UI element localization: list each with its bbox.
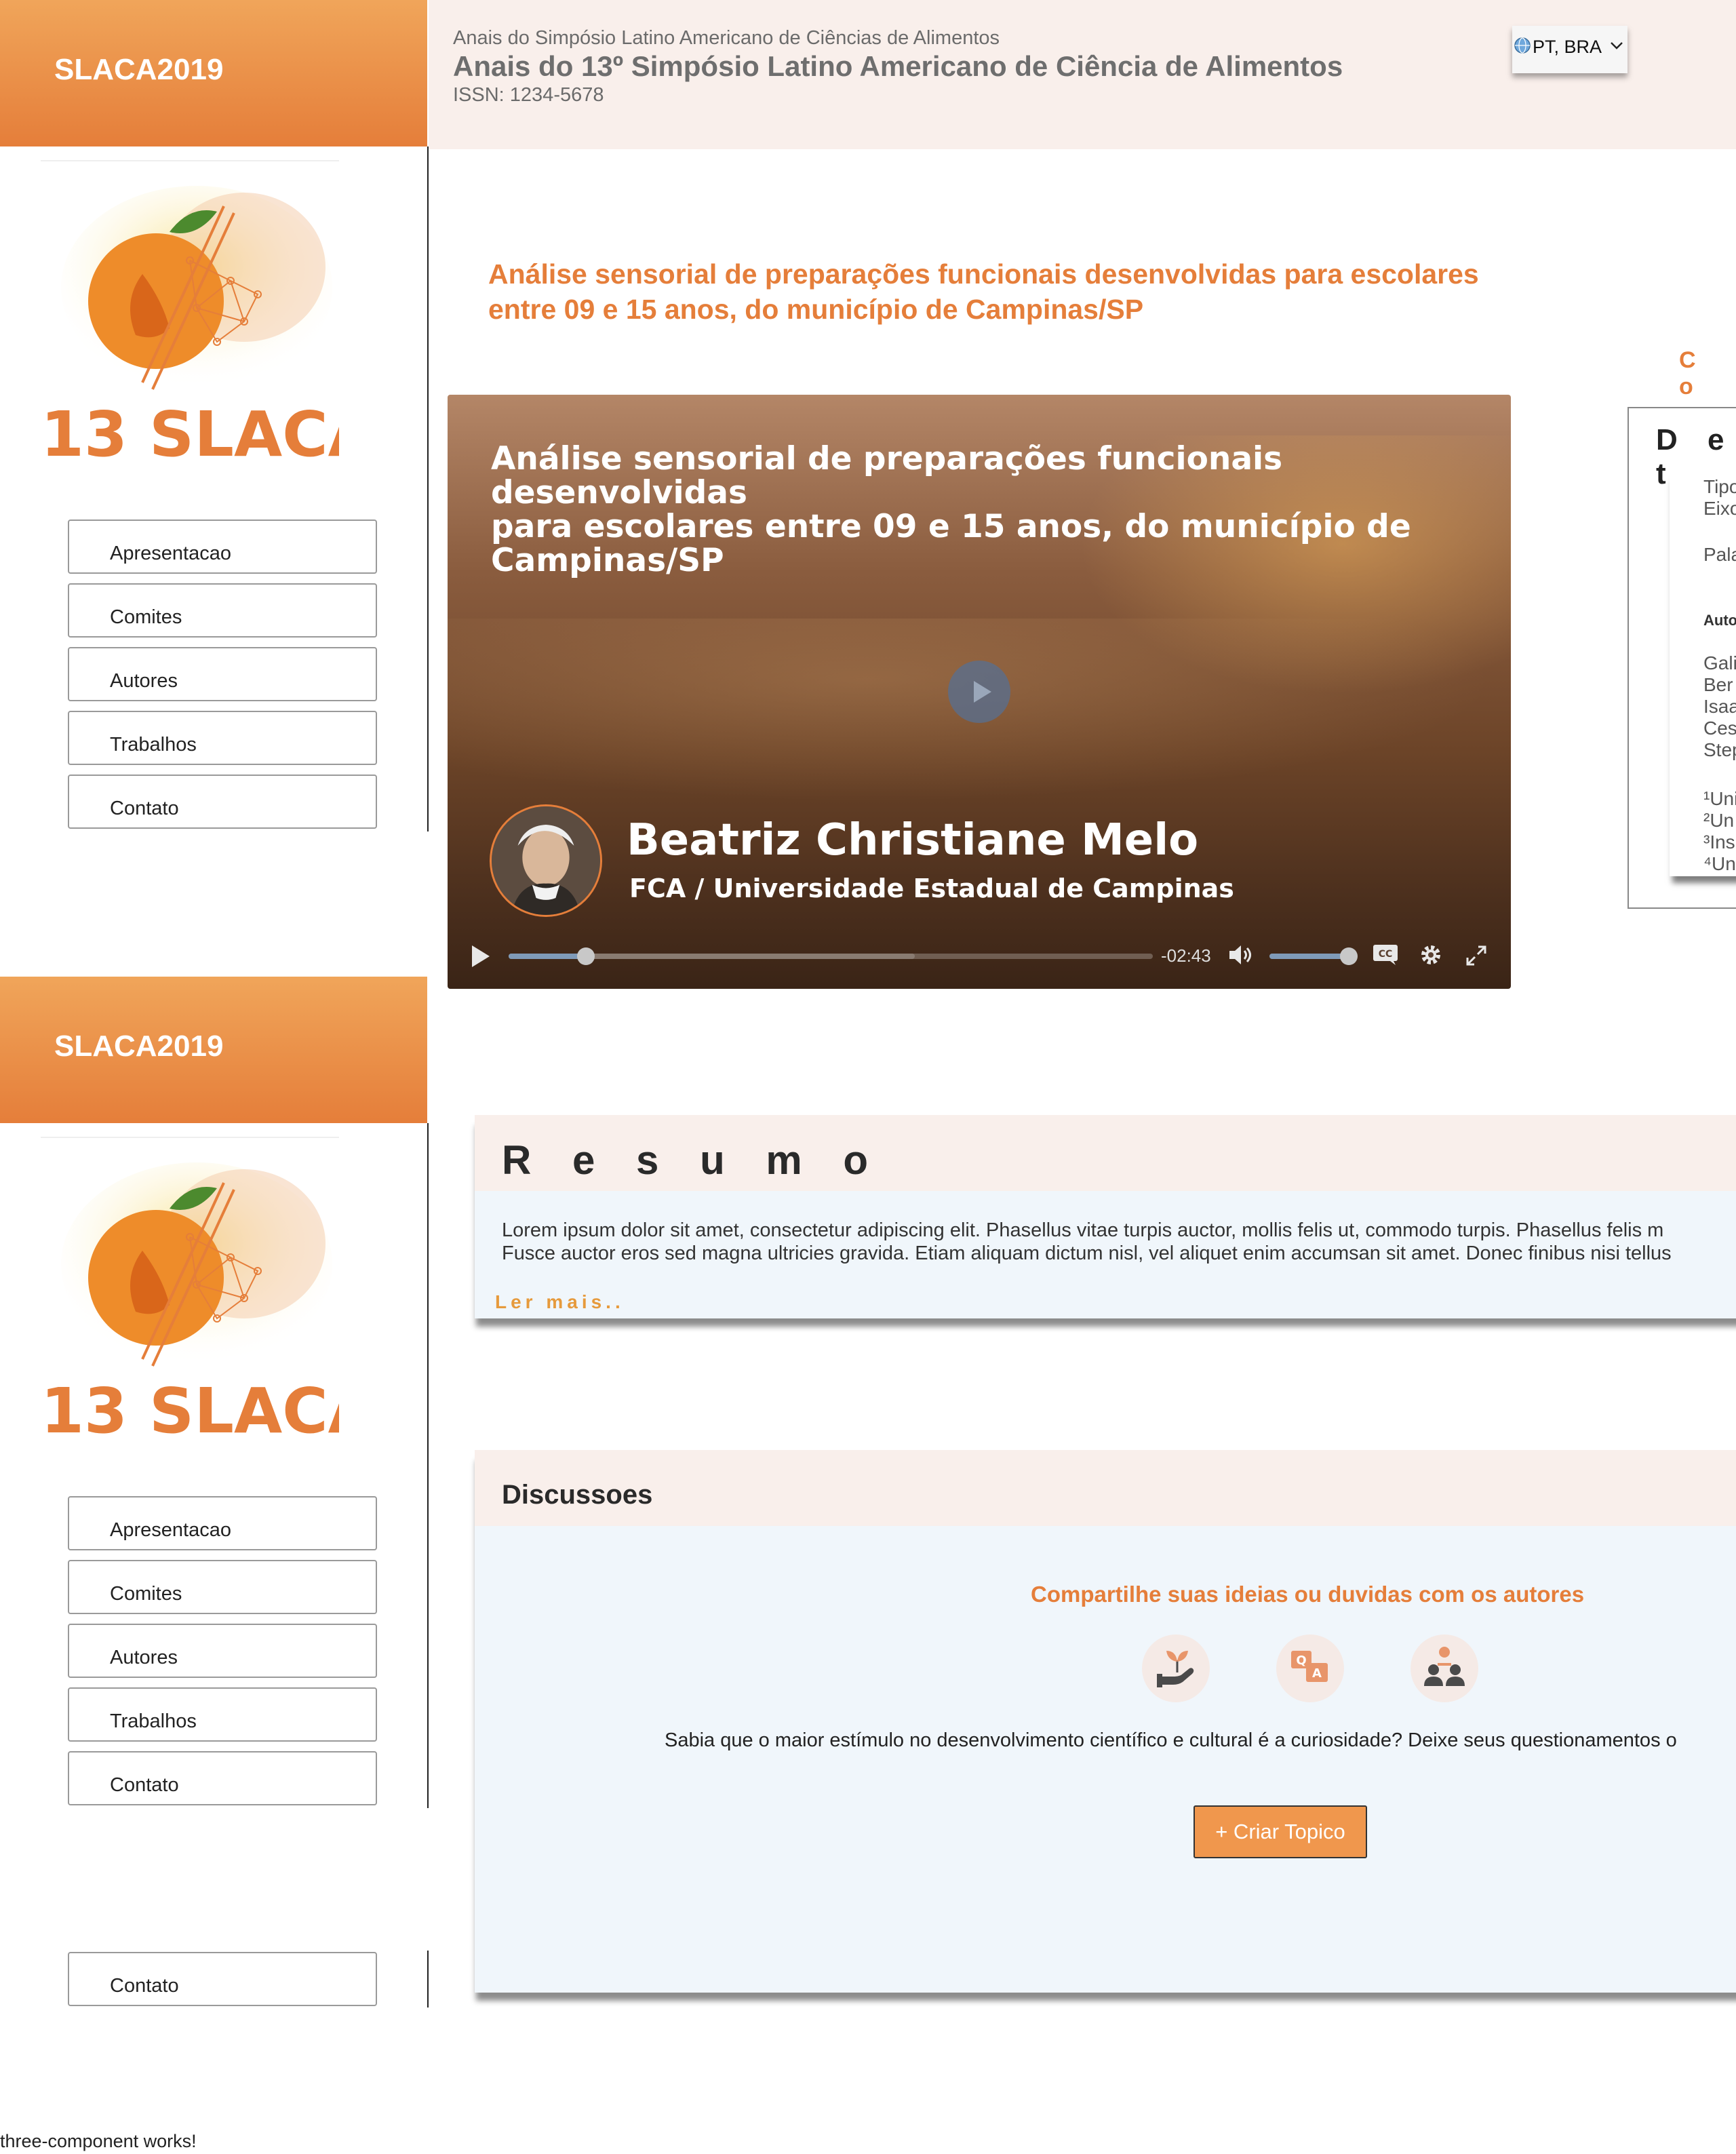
discussions-heading: Discussoes — [502, 1480, 653, 1510]
detail-row: ²Un — [1703, 810, 1735, 831]
fullscreen-icon[interactable] — [1465, 944, 1488, 967]
video-title: Análise sensorial de preparações funcion… — [491, 442, 1467, 578]
nav-comites-2[interactable]: Comites — [68, 1560, 377, 1614]
chevron-down-icon — [1611, 42, 1623, 50]
svg-text:Q: Q — [1296, 1653, 1306, 1668]
nav-contato[interactable]: Contato — [68, 775, 377, 829]
abstract-text-line-1: Lorem ipsum dolor sit amet, consectetur … — [502, 1219, 1664, 1241]
nav-apresentacao[interactable]: Apresentacao — [68, 520, 377, 574]
sidebar-rule-2 — [41, 1137, 339, 1138]
video-title-line-2: para escolares entre 09 e 15 anos, do mu… — [491, 508, 1411, 545]
seek-handle[interactable] — [577, 947, 595, 965]
work-title-line-1: Análise sensorial de preparações funcion… — [488, 258, 1479, 290]
nav-autores[interactable]: Autores — [68, 647, 377, 701]
discussions-header — [475, 1450, 1736, 1526]
qa-icon: Q A — [1276, 1634, 1344, 1702]
work-title: Análise sensorial de preparações funcion… — [488, 256, 1505, 327]
nav-comites[interactable]: Comites — [68, 583, 377, 638]
sidebar-header-2: SLACA2019 — [0, 977, 427, 1123]
detail-row: Step — [1703, 739, 1736, 760]
detail-row: Auto — [1703, 612, 1736, 629]
detail-row: ¹Uni — [1703, 788, 1736, 809]
hand-plant-icon — [1142, 1634, 1210, 1702]
proceedings-title: Anais do 13º Simpósio Latino Americano d… — [453, 50, 1343, 82]
nav-trabalhos-2[interactable]: Trabalhos — [68, 1687, 377, 1742]
detail-row: ⁴Un — [1703, 853, 1736, 874]
volume-icon[interactable] — [1227, 943, 1255, 967]
play-icon — [974, 681, 991, 703]
detail-row: Gali — [1703, 652, 1736, 673]
detail-row: Ber — [1703, 674, 1733, 695]
work-title-line-2: entre 09 e 15 anos, do município de Camp… — [488, 294, 1144, 325]
sidebar-divider-2 — [427, 1123, 429, 1808]
play-icon[interactable] — [469, 944, 491, 968]
nav-apresentacao-2[interactable]: Apresentacao — [68, 1496, 377, 1550]
language-label: PT, BRA — [1533, 37, 1602, 57]
detail-row: Tipo — [1703, 476, 1736, 497]
sidebar-divider — [427, 146, 429, 831]
nav-trabalhos[interactable]: Trabalhos — [68, 711, 377, 765]
played-bar — [509, 954, 586, 959]
read-more-link[interactable]: Ler mais.. — [495, 1291, 625, 1313]
detail-row: Isaa — [1703, 696, 1736, 717]
logo-text-2: 13 SLACA — [41, 1375, 339, 1447]
speaker-name: Beatriz Christiane Melo — [627, 815, 1199, 865]
logo-text: 13 SLACA — [41, 398, 339, 471]
sidebar-divider-3 — [427, 1951, 429, 2008]
abstract-text-line-2: Fusce auctor eros sed magna ultricies gr… — [502, 1242, 1672, 1264]
time-remaining: -02:43 — [1161, 945, 1211, 966]
globe-icon — [1514, 37, 1531, 54]
sidebar-brand-2[interactable]: SLACA2019 — [54, 1030, 223, 1063]
captions-icon[interactable]: CC — [1373, 944, 1398, 966]
video-player[interactable]: Análise sensorial de preparações funcion… — [448, 395, 1511, 989]
language-selector[interactable]: PT, BRA — [1512, 26, 1628, 73]
svg-text:A: A — [1312, 1666, 1322, 1681]
abstract-card: R e s u m o Lorem ipsum dolor sit amet, … — [475, 1115, 1736, 1318]
discussions-text: Sabia que o maior estímulo no desenvolvi… — [665, 1729, 1677, 1751]
gear-icon[interactable] — [1419, 943, 1443, 967]
issn: ISSN: 1234-5678 — [453, 84, 604, 106]
nav-contato-3[interactable]: Contato — [68, 1952, 377, 2006]
video-title-line-1: Análise sensorial de preparações funcion… — [491, 440, 1283, 511]
details-card: Tipo Eixo Pala Auto Gali Ber Isaa Ces St… — [1670, 469, 1736, 876]
discussions-tagline: Compartilhe suas ideias ou duvidas com o… — [1031, 1582, 1585, 1607]
nav-contato-2[interactable]: Contato — [68, 1751, 377, 1805]
volume-handle[interactable] — [1340, 947, 1358, 965]
seek-bar[interactable] — [509, 947, 1153, 965]
create-topic-button[interactable]: + Criar Topico — [1194, 1805, 1367, 1858]
sidebar-brand[interactable]: SLACA2019 — [54, 53, 223, 87]
sidebar-header: SLACA2019 — [0, 0, 427, 146]
footer-note: three-component works! — [0, 2131, 197, 2151]
top-header: Anais do Simpósio Latino Americano de Ci… — [429, 0, 1736, 149]
abstract-heading: R e s u m o — [502, 1137, 884, 1183]
big-play-button[interactable] — [948, 661, 1010, 723]
proceedings-subtitle: Anais do Simpósio Latino Americano de Ci… — [453, 27, 1000, 49]
detail-row: Eixo — [1703, 498, 1736, 519]
volume-slider[interactable] — [1269, 947, 1358, 965]
video-title-line-3: Campinas/SP — [491, 542, 724, 579]
detail-row: Ces — [1703, 718, 1736, 739]
people-icon — [1410, 1634, 1478, 1702]
volume-level — [1269, 954, 1349, 959]
detail-row: ³Ins — [1703, 831, 1735, 853]
discussions-card: Discussoes Compartilhe suas ideias ou du… — [475, 1450, 1736, 1993]
nav-autores-2[interactable]: Autores — [68, 1624, 377, 1678]
sidebar-rule — [41, 160, 339, 161]
speaker-avatar — [490, 804, 602, 917]
svg-text:CC: CC — [1379, 949, 1393, 960]
speaker-affiliation: FCA / Universidade Estadual de Campinas — [629, 874, 1234, 903]
slaca-logo-2: 13 SLACA — [41, 1162, 339, 1447]
detail-row: Pala — [1703, 544, 1736, 565]
slaca-logo: 13 SLACA — [41, 186, 339, 471]
